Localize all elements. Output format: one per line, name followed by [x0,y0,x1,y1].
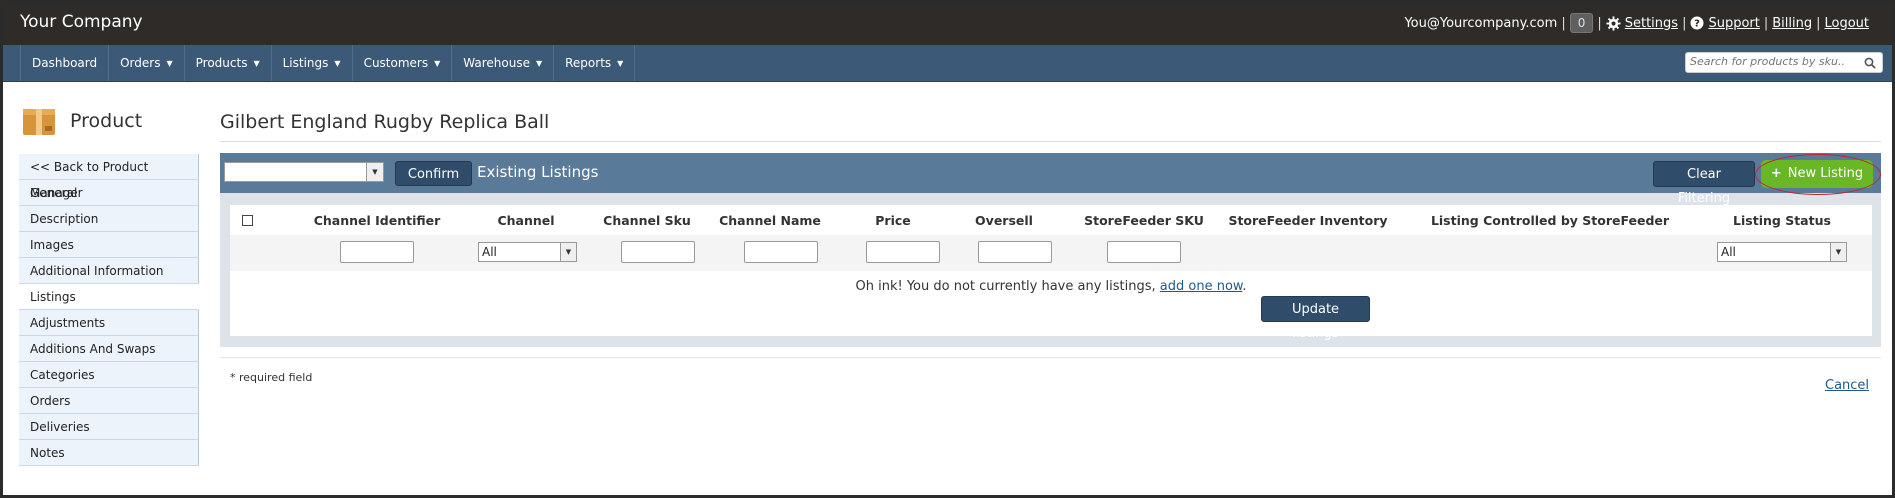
sidebar-header: Product [22,106,142,136]
nav-item-label: Products [195,56,248,70]
nav-item-dashboard[interactable]: Dashboard [20,45,110,81]
sidebar-item-orders[interactable]: Orders [19,388,199,414]
caret-down-icon: ▼ [166,59,173,68]
nav-item-label: Reports [565,56,612,70]
channel-sku-filter[interactable] [621,241,695,263]
column-header[interactable]: Price [875,213,911,228]
nav-item-warehouse[interactable]: Warehouse ▼ [452,45,555,81]
sidebar-item-adjustments[interactable]: Adjustments [19,310,199,336]
sidebar-item-deliveries[interactable]: Deliveries [19,414,199,440]
logout-link[interactable]: Logout [1824,16,1869,31]
sidebar-item-additions-and-swaps[interactable]: Additions And Swaps [19,336,199,362]
add-one-now-link[interactable]: add one now [1160,279,1243,294]
confirm-button[interactable]: Confirm [395,161,472,186]
nav-items: Dashboard Orders ▼ Products ▼ Listings ▼ Custom… [20,45,636,81]
sidebar-item-description[interactable]: Description [19,206,199,232]
notification-count-badge[interactable]: 0 [1569,13,1594,33]
chevron-down-icon[interactable]: ▼ [1830,243,1846,261]
search-input[interactable] [1690,55,1860,68]
user-email: You@Yourcompany.com [1404,15,1558,31]
product-box-icon [23,109,55,135]
sidebar-menu: << Back to Product ManagerGeneralDescrip… [19,154,199,466]
nav-item-customers[interactable]: Customers ▼ [353,45,453,81]
column-header[interactable]: Oversell [975,213,1033,228]
listings-panel: ▼ Confirm Existing Listings Clear Filter… [220,153,1881,347]
column-header[interactable]: Channel Name [719,213,821,228]
price-filter[interactable] [866,241,940,263]
clear-filtering-button[interactable]: Clear Filtering [1653,161,1755,206]
gear-icon [1606,15,1621,31]
oversell-filter[interactable] [978,241,1052,263]
highlight-annotation [1755,154,1881,195]
product-search[interactable] [1685,52,1883,73]
main-nav: Dashboard Orders ▼ Products ▼ Listings ▼ Custom… [0,45,1895,82]
cancel-link[interactable]: Cancel [1825,378,1869,393]
sidebar-item-back-to-product-manager[interactable]: << Back to Product Manager [19,154,199,200]
caret-down-icon: ▼ [434,59,441,68]
chevron-down-icon[interactable]: ▼ [366,163,383,181]
nav-item-label: Listings [282,56,329,70]
required-field-note: * required field [230,371,313,384]
caret-down-icon: ▼ [617,59,624,68]
sidebar-item-categories[interactable]: Categories [19,362,199,388]
nav-item-listings[interactable]: Listings ▼ [272,45,353,81]
channel-identifier-filter[interactable] [340,241,414,263]
nav-item-label: Customers [363,56,429,70]
caret-down-icon: ▼ [535,59,543,68]
caret-down-icon: ▼ [334,59,341,68]
empty-state-suffix: . [1242,279,1247,294]
listings-table: Channel Identifier Channel Channel Sku C… [230,205,1872,341]
filter-row: All ▼ All ▼ [230,235,1872,271]
nav-item-label: Orders [120,56,161,70]
section-title: Existing Listings [477,163,599,181]
sidebar-item-general[interactable]: General [19,180,199,206]
svg-text:?: ? [1695,19,1701,30]
settings-link[interactable]: Settings [1625,16,1678,31]
caret-down-icon: ▼ [253,59,260,68]
update-listings-button[interactable]: Update listings [1261,296,1370,341]
listings-toolbar: ▼ Confirm Existing Listings Clear Filter… [220,153,1881,206]
sidebar-item-additional-information[interactable]: Additional Information [19,258,199,284]
top-bar: Your Company You@Yourcompany.com | 0 | S… [0,0,1895,45]
user-menu: You@Yourcompany.com | 0 | Settings | ? S… [1404,13,1869,33]
nav-item-products[interactable]: Products ▼ [185,45,272,81]
listing-status-filter-value: All [1721,245,1736,259]
title-divider [220,141,1881,142]
column-header[interactable]: Channel [497,213,554,228]
nav-item-label: Dashboard [32,56,98,70]
storefeeder-sku-filter[interactable] [1107,241,1181,263]
nav-item-reports[interactable]: Reports ▼ [554,45,636,81]
sidebar-item-listings[interactable]: Listings [19,284,199,310]
listing-status-filter[interactable]: All ▼ [1717,242,1847,262]
column-header[interactable]: Channel Identifier [314,213,441,228]
channel-filter[interactable]: All ▼ [478,242,577,262]
billing-link[interactable]: Billing [1772,16,1812,31]
bulk-action-select[interactable]: ▼ [224,162,384,182]
nav-item-orders[interactable]: Orders ▼ [109,45,185,81]
table-header-row: Channel Identifier Channel Channel Sku C… [230,205,1872,235]
nav-item-label: Warehouse [463,56,530,70]
sidebar-title: Product [70,110,143,132]
support-link[interactable]: Support [1708,16,1759,31]
sidebar-item-notes[interactable]: Notes [19,440,199,466]
column-header[interactable]: StoreFeeder Inventory [1228,213,1387,228]
channel-filter-value: All [482,245,497,259]
column-header[interactable]: StoreFeeder SKU [1084,213,1204,228]
column-header[interactable]: Channel Sku [603,213,691,228]
channel-name-filter[interactable] [744,241,818,263]
sidebar-item-images[interactable]: Images [19,232,199,258]
empty-state-text: Oh ink! You do not currently have any li… [855,279,1156,294]
chevron-down-icon[interactable]: ▼ [560,243,576,261]
select-all-checkbox[interactable] [242,215,253,226]
empty-state-message: Oh ink! You do not currently have any li… [230,279,1872,294]
page-title: Gilbert England Rugby Replica Ball [220,111,550,133]
column-header[interactable]: Listing Controlled by StoreFeeder [1431,213,1669,228]
company-name[interactable]: Your Company [20,12,143,32]
form-divider [220,357,1881,358]
help-icon: ? [1690,16,1704,30]
search-icon[interactable] [1864,57,1876,69]
column-header[interactable]: Listing Status [1733,213,1831,228]
